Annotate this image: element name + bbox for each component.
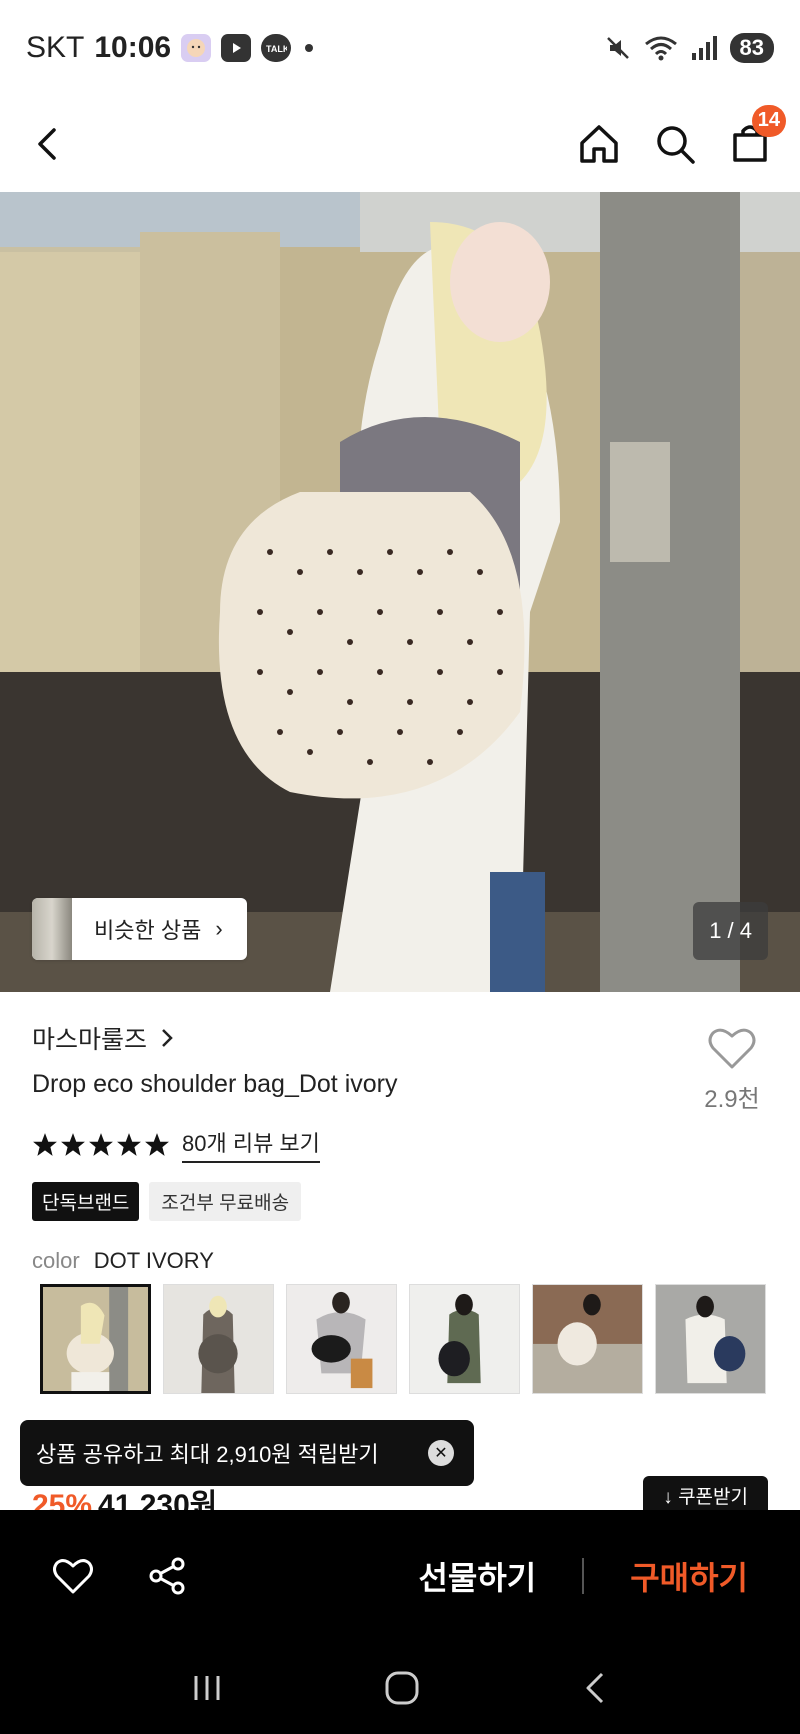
toast-message: 상품 공유하고 최대 2,910원 적립받기	[36, 1442, 379, 1467]
signal-icon	[691, 36, 717, 60]
discount-rate: 25%	[32, 1489, 93, 1510]
clock: 10:06	[94, 31, 172, 64]
image-page-counter: 1 / 4	[693, 902, 768, 960]
share-icon[interactable]	[148, 1556, 188, 1596]
star-icon	[61, 1132, 85, 1156]
review-link[interactable]: 80개 리뷰 보기	[182, 1126, 320, 1163]
color-swatch-dot-ivory[interactable]	[40, 1284, 151, 1394]
rating-stars	[32, 1132, 170, 1158]
product-photo	[0, 192, 800, 992]
brand-link[interactable]: 마스마룰즈	[32, 1020, 175, 1056]
gift-button[interactable]: 선물하기	[418, 1553, 536, 1599]
like-button[interactable]: 2.9천	[698, 1026, 766, 1114]
system-back-icon[interactable]	[580, 1670, 610, 1706]
badge-row: 단독브랜드 조건부 무료배송	[32, 1182, 302, 1221]
svg-text:TALK: TALK	[266, 44, 287, 54]
color-swatch-list	[40, 1284, 766, 1394]
bottom-icons	[52, 1556, 188, 1596]
avatar-app-icon	[181, 34, 212, 62]
color-swatch-black[interactable]	[286, 1284, 397, 1394]
bottom-actions: 선물하기 구매하기	[418, 1553, 748, 1599]
bottom-action-bar: 선물하기 구매하기	[0, 1510, 800, 1642]
coupon-button[interactable]: ↓ 쿠폰받기	[643, 1476, 768, 1510]
recent-apps-icon[interactable]	[190, 1672, 224, 1704]
wifi-icon	[644, 36, 677, 61]
similar-products-button[interactable]: 비슷한 상품 ›	[32, 898, 247, 960]
heart-icon	[708, 1028, 756, 1069]
nav-right: 14	[578, 104, 786, 168]
chevron-right-icon	[162, 1029, 173, 1047]
buy-button[interactable]: 구매하기	[630, 1553, 748, 1599]
star-icon	[145, 1132, 169, 1156]
back-icon[interactable]	[30, 124, 66, 164]
star-icon	[33, 1132, 57, 1156]
similar-products-label: 비슷한 상품	[94, 918, 202, 943]
cart-count-badge: 14	[751, 104, 786, 137]
like-count: 2.9천	[704, 1086, 760, 1113]
home-icon[interactable]	[578, 123, 620, 165]
top-nav: 14	[0, 96, 800, 192]
battery-indicator: 83	[729, 33, 774, 63]
color-label: color	[32, 1248, 80, 1273]
kakaotalk-icon: TALK	[261, 34, 292, 62]
status-right: 83	[604, 33, 774, 63]
youtube-icon	[221, 34, 252, 62]
brand-name: 마스마룰즈	[32, 1026, 148, 1054]
close-icon[interactable]: ✕	[428, 1440, 454, 1466]
color-swatch-navy[interactable]	[409, 1284, 520, 1394]
status-left: SKT 10:06 TALK	[26, 31, 314, 65]
color-row: color DOT IVORY	[32, 1248, 214, 1274]
heart-icon[interactable]	[52, 1557, 94, 1595]
home-button-icon[interactable]	[384, 1670, 420, 1706]
color-swatch-cream[interactable]	[532, 1284, 643, 1394]
system-nav-bar	[0, 1642, 800, 1734]
star-icon	[117, 1132, 141, 1156]
dot-icon	[305, 44, 314, 52]
exclusive-brand-badge: 단독브랜드	[32, 1182, 140, 1221]
mute-icon	[606, 37, 629, 59]
share-reward-toast[interactable]: 상품 공유하고 최대 2,910원 적립받기 ✕	[20, 1420, 474, 1486]
color-value: DOT IVORY	[93, 1248, 214, 1273]
color-swatch-charcoal[interactable]	[163, 1284, 274, 1394]
product-title: Drop eco shoulder bag_Dot ivory	[32, 1070, 398, 1098]
status-bar: SKT 10:06 TALK 83	[0, 0, 800, 96]
search-icon[interactable]	[654, 123, 696, 165]
color-swatch-blue[interactable]	[655, 1284, 766, 1394]
free-shipping-badge: 조건부 무료배송	[149, 1182, 302, 1221]
product-hero-image[interactable]: 비슷한 상품 › 1 / 4	[0, 192, 800, 992]
divider	[582, 1558, 585, 1594]
chevron-right-icon: ›	[215, 916, 223, 941]
carrier-label: SKT	[26, 31, 85, 64]
rating-row: 80개 리뷰 보기	[32, 1126, 320, 1163]
cart-button[interactable]: 14	[730, 104, 786, 168]
star-icon	[89, 1132, 113, 1156]
similar-products-thumbnail	[32, 898, 72, 960]
